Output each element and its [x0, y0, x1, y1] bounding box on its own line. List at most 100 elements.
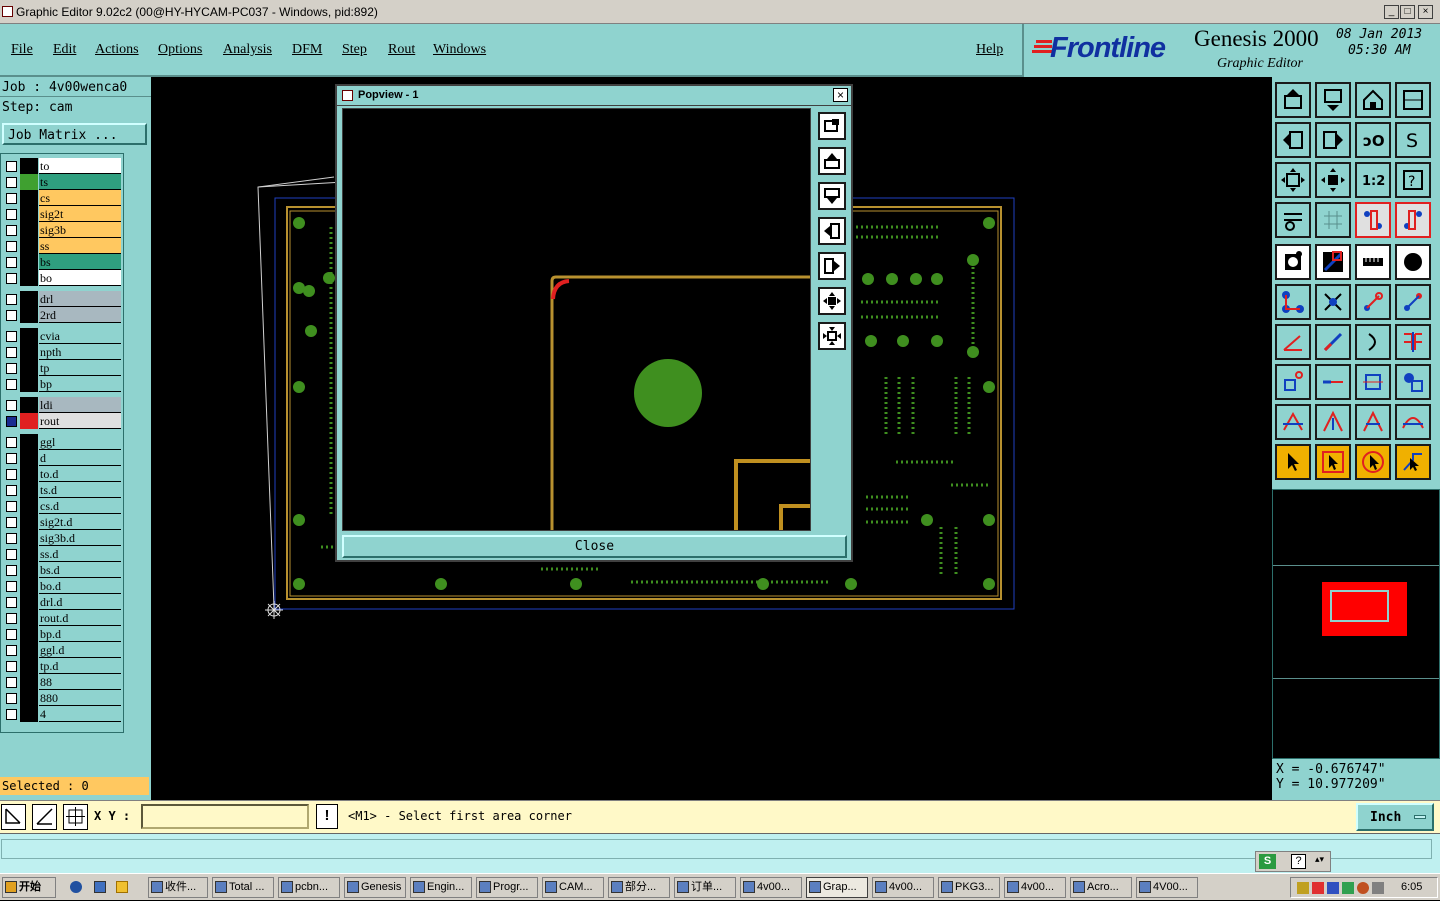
- layer-name[interactable]: bp: [39, 376, 121, 392]
- layer-row-ss-d[interactable]: ss.d: [5, 546, 121, 562]
- layer-name[interactable]: bp.d: [39, 626, 121, 642]
- layer-name[interactable]: bo: [39, 270, 121, 286]
- popview-pan-up-icon[interactable]: [818, 147, 846, 175]
- settings-slider-icon[interactable]: [1275, 202, 1311, 238]
- layer-color-swatch[interactable]: [20, 360, 38, 376]
- layer-color-swatch[interactable]: [20, 413, 38, 429]
- layer-checkbox[interactable]: [6, 273, 17, 284]
- layer-color-swatch[interactable]: [20, 174, 38, 190]
- layer-checkbox[interactable]: [6, 453, 17, 464]
- zoom-out-icon[interactable]: [1315, 162, 1351, 198]
- layer-checkbox[interactable]: [6, 549, 17, 560]
- layer-color-swatch[interactable]: [20, 307, 38, 323]
- help-query-icon[interactable]: ?: [1395, 162, 1431, 198]
- layer-row-rout-d[interactable]: rout.d: [5, 610, 121, 626]
- layer-name[interactable]: tp.d: [39, 658, 121, 674]
- ime-icon[interactable]: S: [1259, 854, 1276, 869]
- layer-color-swatch[interactable]: [20, 578, 38, 594]
- taskbar-item[interactable]: Engin...: [410, 877, 472, 898]
- taskbar-item[interactable]: Progr...: [476, 877, 538, 898]
- pointer-circle-icon[interactable]: [1355, 444, 1391, 480]
- folder-quicklaunch-icon[interactable]: [116, 881, 128, 893]
- layer-row-d[interactable]: d: [5, 450, 121, 466]
- units-selector[interactable]: Inch: [1356, 803, 1434, 831]
- layer-row-drl-d[interactable]: drl.d: [5, 594, 121, 610]
- layer-checkbox[interactable]: [6, 437, 17, 448]
- menu-actions[interactable]: Actions: [95, 42, 139, 58]
- menu-step[interactable]: Step: [342, 42, 367, 58]
- resize-box-icon[interactable]: [1355, 364, 1391, 400]
- layer-checkbox[interactable]: [6, 629, 17, 640]
- window-icon[interactable]: [1395, 82, 1431, 118]
- browser-quicklaunch-icon[interactable]: [70, 881, 82, 893]
- popview-pan-down-icon[interactable]: [818, 182, 846, 210]
- layer-name[interactable]: ggl: [39, 434, 121, 450]
- layer-color-swatch[interactable]: [20, 658, 38, 674]
- layer-checkbox[interactable]: [6, 363, 17, 374]
- layer-row-cs[interactable]: cs: [5, 190, 121, 206]
- layer-name[interactable]: 880: [39, 690, 121, 706]
- layer-name[interactable]: sig2t: [39, 206, 121, 222]
- layer-checkbox[interactable]: [6, 677, 17, 688]
- close-window-button[interactable]: ×: [1418, 5, 1433, 19]
- layer-row-cvia[interactable]: cvia: [5, 328, 121, 344]
- layer-name[interactable]: ss: [39, 238, 121, 254]
- layer-color-swatch[interactable]: [20, 546, 38, 562]
- start-button[interactable]: 开始: [2, 877, 56, 898]
- layers-red-alt-icon[interactable]: [1395, 202, 1431, 238]
- layer-row-to-d[interactable]: to.d: [5, 466, 121, 482]
- node-link-icon[interactable]: [1275, 284, 1311, 320]
- taskbar-item[interactable]: 订单...: [674, 877, 736, 898]
- layer-checkbox[interactable]: [6, 645, 17, 656]
- job-matrix-button[interactable]: Job Matrix ...: [2, 123, 147, 145]
- layer-name[interactable]: ldi: [39, 397, 121, 413]
- layer-color-swatch[interactable]: [20, 238, 38, 254]
- tray-icon-5[interactable]: [1357, 882, 1369, 894]
- layer-name[interactable]: sig3b.d: [39, 530, 121, 546]
- layer-checkbox[interactable]: [6, 294, 17, 305]
- taskbar-item[interactable]: PKG3...: [938, 877, 1000, 898]
- layer-checkbox[interactable]: [6, 613, 17, 624]
- xy-input[interactable]: [141, 804, 309, 829]
- taskbar-item[interactable]: CAM...: [542, 877, 604, 898]
- layer-checkbox[interactable]: [6, 161, 17, 172]
- popview-close-icon[interactable]: ×: [833, 88, 848, 102]
- layer-row-880[interactable]: 880: [5, 690, 121, 706]
- command-input[interactable]: [1, 839, 1432, 859]
- tray-icon-1[interactable]: [1297, 882, 1309, 894]
- triangle-arrow-icon[interactable]: [1315, 404, 1351, 440]
- layer-name[interactable]: rout: [39, 413, 121, 429]
- snap-icon[interactable]: [1, 804, 26, 830]
- layer-checkbox[interactable]: [6, 225, 17, 236]
- layer-row-bo-d[interactable]: bo.d: [5, 578, 121, 594]
- filled-circle-icon[interactable]: [1395, 244, 1431, 280]
- layer-name[interactable]: cvia: [39, 328, 121, 344]
- layer-name[interactable]: d: [39, 450, 121, 466]
- layer-color-swatch[interactable]: [20, 206, 38, 222]
- layer-name[interactable]: cs.d: [39, 498, 121, 514]
- menu-analysis[interactable]: Analysis: [223, 42, 272, 58]
- layer-name[interactable]: ts: [39, 174, 121, 190]
- layer-color-swatch[interactable]: [20, 397, 38, 413]
- help-icon[interactable]: ?: [1291, 854, 1306, 869]
- layer-color-swatch[interactable]: [20, 690, 38, 706]
- layer-row-sig3b[interactable]: sig3b: [5, 222, 121, 238]
- layer-checkbox[interactable]: [6, 485, 17, 496]
- taskbar-item[interactable]: Acro...: [1070, 877, 1132, 898]
- ime-menu-icon[interactable]: ▴▾: [1315, 854, 1324, 865]
- layer-row-ldi[interactable]: ldi: [5, 397, 121, 413]
- select-area-icon[interactable]: [1275, 364, 1311, 400]
- layer-bottom-icon[interactable]: [1315, 82, 1351, 118]
- layer-checkbox[interactable]: [6, 517, 17, 528]
- layer-color-swatch[interactable]: [20, 706, 38, 722]
- arc-icon[interactable]: [1355, 324, 1391, 360]
- taskbar-item[interactable]: 部分...: [608, 877, 670, 898]
- layer-name[interactable]: ss.d: [39, 546, 121, 562]
- scale-icon[interactable]: 1:2: [1355, 162, 1391, 198]
- layer-checkbox[interactable]: [6, 177, 17, 188]
- layer-color-swatch[interactable]: [20, 291, 38, 307]
- layer-name[interactable]: 2rd: [39, 307, 121, 323]
- layer-color-swatch[interactable]: [20, 376, 38, 392]
- popview-pan-left-icon[interactable]: [818, 217, 846, 245]
- desktop-quicklaunch-icon[interactable]: [94, 881, 106, 893]
